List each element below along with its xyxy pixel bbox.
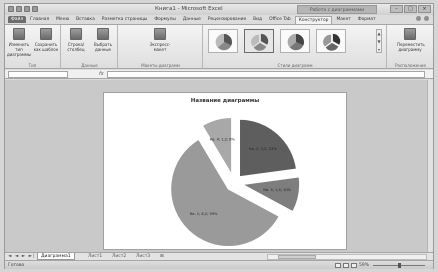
context-tab-group-label: Работа с диаграммами: [297, 5, 377, 14]
move-chart-icon: [404, 28, 416, 40]
status-bar: Готово 59%: [5, 260, 433, 269]
quick-access-toolbar: [8, 6, 38, 12]
chart-style-4[interactable]: [316, 29, 346, 53]
pie-style-icon: [215, 33, 233, 51]
group-chart-layouts-label: Макеты диаграмм: [141, 63, 180, 68]
group-chart-styles: Стили диаграмм: [204, 25, 387, 69]
move-chart-button[interactable]: Переместить диаграмму: [397, 28, 425, 52]
data-label-q4[interactable]: Кв. 4; 1,2; 8%: [210, 138, 236, 142]
data-label-q3[interactable]: Кв. 3; 1,4; 10%: [263, 188, 291, 192]
tab-office-tab[interactable]: Office Tab: [266, 16, 294, 23]
tab-data[interactable]: Данные: [180, 16, 204, 23]
data-label-q2[interactable]: Кв. 2; 3,2; 23%: [249, 147, 277, 151]
change-chart-type-button[interactable]: Изменить тип диаграммы: [6, 28, 32, 57]
ribbon-tabs: Файл Главная Меню Вставка Разметка стран…: [5, 15, 433, 24]
data-label-q1[interactable]: Кв. 1; 8,2; 59%: [190, 212, 218, 216]
vertical-scrollbar[interactable]: [427, 80, 433, 252]
formula-input[interactable]: [107, 71, 425, 78]
fx-label[interactable]: fx: [99, 71, 104, 77]
tab-design[interactable]: Конструктор: [294, 15, 333, 24]
minimize-ribbon-icon[interactable]: [416, 16, 421, 21]
group-data-label: Данные: [81, 63, 98, 68]
group-chart-layouts: Экспресс-макет Макеты диаграмм: [119, 25, 203, 69]
tab-review[interactable]: Рецензирование: [205, 16, 249, 23]
view-buttons: [335, 263, 357, 268]
window-controls: – □ ×: [390, 5, 431, 13]
group-data: Строка/столбец Выбрать данные Данные: [62, 25, 118, 69]
group-location-label: Расположение: [395, 63, 426, 68]
title-bar: Книга1 - Microsoft Excel Работа с диагра…: [5, 4, 433, 15]
close-button[interactable]: ×: [418, 5, 431, 13]
sheet-nav-arrows[interactable]: ◄ ◄ ► ►|: [8, 254, 36, 259]
tab-format[interactable]: Формат: [355, 16, 379, 23]
ribbon: Изменить тип диаграммы Сохранить как шаб…: [5, 24, 433, 69]
zoom-slider-knob[interactable]: [398, 263, 401, 268]
sheet-tab-sheet2[interactable]: Лист2: [109, 253, 129, 260]
pie-style-icon: [251, 33, 269, 51]
sheet-tab-sheet1[interactable]: Лист1: [85, 253, 105, 260]
insert-sheet-icon[interactable]: ⊞: [157, 253, 167, 260]
chart-style-3[interactable]: [280, 29, 310, 53]
chart-area[interactable]: Название диаграммы Кв. 1; 8,2; 59% Кв. 2;…: [103, 92, 347, 250]
group-chart-styles-label: Стили диаграмм: [277, 63, 313, 68]
tab-page-layout[interactable]: Разметка страницы: [99, 16, 151, 23]
tab-file[interactable]: Файл: [8, 16, 27, 23]
styles-gallery-scroll[interactable]: ▲ ▼ ▾: [376, 29, 382, 53]
pie-style-icon: [323, 33, 341, 51]
sheet-tab-chart1[interactable]: Диаграмма1: [37, 253, 75, 260]
switch-row-column-button[interactable]: Строка/столбец: [63, 28, 89, 52]
page-break-view-icon[interactable]: [351, 263, 357, 268]
horizontal-scroll-thumb[interactable]: [278, 255, 316, 259]
tab-layout[interactable]: Макет: [333, 16, 353, 23]
move-chart-label: Переместить диаграмму: [397, 42, 425, 52]
group-location: Переместить диаграмму Расположение: [388, 25, 433, 69]
normal-view-icon[interactable]: [335, 263, 341, 268]
chart-style-1[interactable]: [208, 29, 238, 53]
tab-view[interactable]: Вид: [250, 16, 265, 23]
tab-home[interactable]: Главная: [27, 16, 52, 23]
chart-sheet: Название диаграммы Кв. 1; 8,2; 59% Кв. 2;…: [5, 80, 433, 252]
maximize-button[interactable]: □: [404, 5, 417, 13]
change-chart-type-label: Изменить тип диаграммы: [6, 42, 32, 57]
quick-layout-label: Экспресс-макет: [149, 42, 171, 52]
save-icon[interactable]: [16, 6, 22, 12]
switch-row-column-icon: [70, 28, 82, 40]
chart-style-2[interactable]: [244, 29, 274, 53]
ribbon-right-controls: [416, 16, 429, 21]
quick-layout-icon: [154, 28, 166, 40]
tab-formulas[interactable]: Формулы: [151, 16, 178, 23]
name-box[interactable]: [8, 71, 68, 78]
group-type-label: Тип: [28, 63, 37, 68]
tab-menu[interactable]: Меню: [53, 16, 72, 23]
window-title: Книга1 - Microsoft Excel: [155, 6, 223, 12]
zoom-level[interactable]: 59%: [359, 263, 369, 268]
tab-insert[interactable]: Вставка: [73, 16, 98, 23]
quick-layout-button[interactable]: Экспресс-макет: [147, 28, 173, 52]
pie-chart: Кв. 1; 8,2; 59% Кв. 2; 3,2; 23% Кв. 3; 1,4…: [169, 116, 301, 248]
template-icon: [40, 28, 52, 40]
save-as-template-button[interactable]: Сохранить как шаблон: [33, 28, 59, 52]
chart-type-icon: [13, 28, 25, 40]
excel-logo-icon: [8, 6, 14, 12]
pie-style-icon: [287, 33, 305, 51]
save-as-template-label: Сохранить как шаблон: [33, 42, 59, 52]
select-data-button[interactable]: Выбрать данные: [90, 28, 116, 52]
formula-bar: fx: [5, 70, 433, 79]
minimize-button[interactable]: –: [390, 5, 403, 13]
page-layout-view-icon[interactable]: [343, 263, 349, 268]
sheet-tab-bar: ◄ ◄ ► ►| Диаграмма1 Лист1 Лист2 Лист3 ⊞: [5, 252, 433, 260]
undo-icon[interactable]: [24, 6, 30, 12]
excel-window: Книга1 - Microsoft Excel Работа с диагра…: [4, 3, 434, 269]
help-icon[interactable]: [424, 16, 429, 21]
status-text: Готово: [8, 263, 25, 268]
select-data-label: Выбрать данные: [93, 42, 113, 52]
sheet-tab-sheet3[interactable]: Лист3: [133, 253, 153, 260]
select-data-icon: [97, 28, 109, 40]
redo-icon[interactable]: [32, 6, 38, 12]
switch-row-column-label: Строка/столбец: [67, 42, 85, 52]
group-type: Изменить тип диаграммы Сохранить как шаб…: [5, 25, 61, 69]
